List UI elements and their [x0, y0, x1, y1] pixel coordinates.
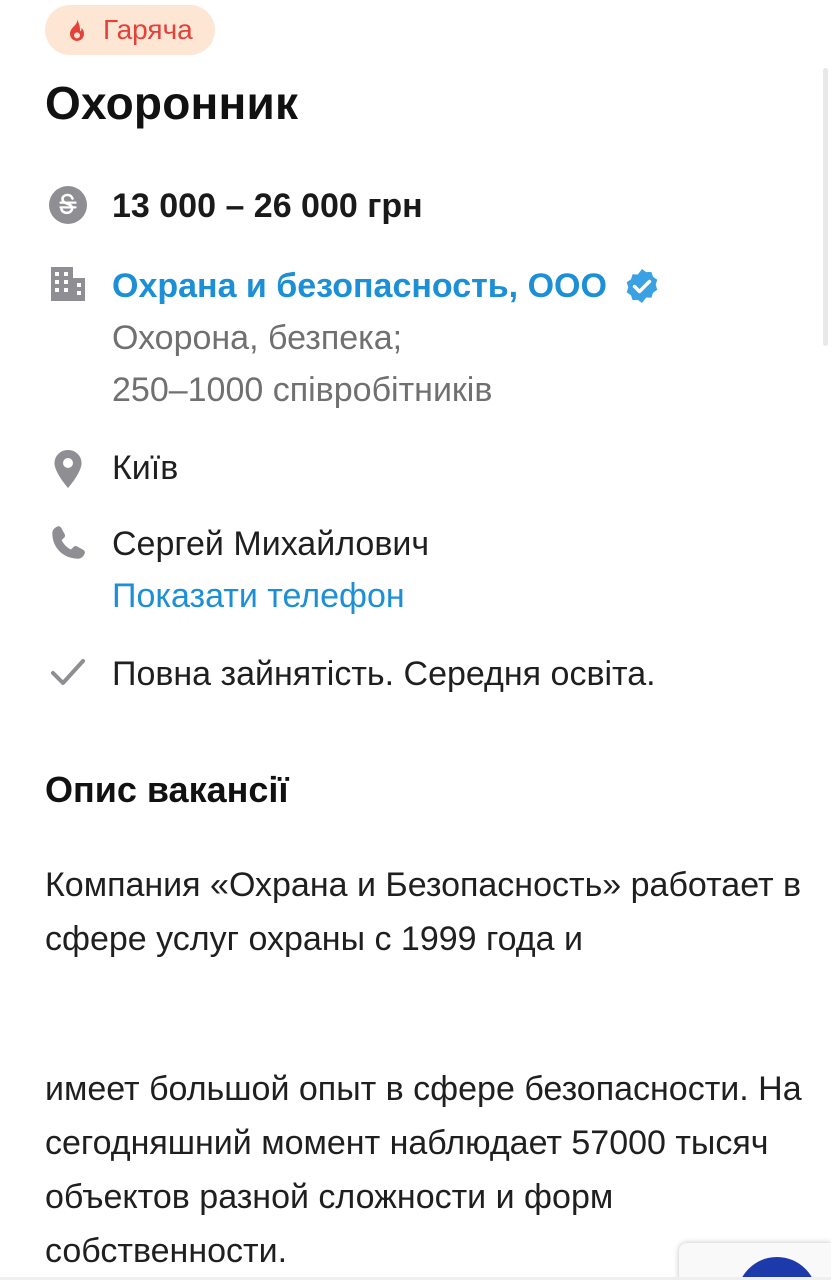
contact-name: Сергей Михайлович [112, 525, 430, 563]
description-paragraph: Компания «Охрана и Безопасность» работае… [45, 866, 802, 958]
company-link[interactable]: Охрана и безопасность, ООО [112, 260, 661, 312]
description-heading: Опис вакансії [45, 769, 289, 810]
captcha-badge[interactable] [679, 1243, 831, 1280]
location-value: Київ [112, 449, 179, 487]
hryvnia-coin-icon [49, 186, 87, 224]
salary-value: 13 000 – 26 000 грн [112, 187, 423, 225]
location-row: Київ [45, 442, 805, 494]
vacancy-page: Гаряча Охоронник 13 000 – 26 000 грн Охр… [0, 0, 831, 1280]
building-icon [51, 267, 85, 301]
company-row: Охрана и безопасность, ООО Охорона, безп… [45, 260, 805, 416]
flame-icon [70, 19, 84, 41]
verified-check-icon [626, 269, 658, 303]
hot-badge-label: Гаряча [103, 14, 193, 45]
location-pin-icon [54, 450, 82, 488]
company-size: 250–1000 співробітників [112, 371, 493, 409]
show-phone-link[interactable]: Показати телефон [112, 570, 429, 622]
scrollbar[interactable] [823, 68, 828, 346]
employment-conditions: Повна зайнятість. Середня освіта. [112, 655, 656, 693]
hot-badge: Гаряча [45, 5, 215, 55]
phone-icon [52, 526, 85, 559]
checkmark-icon [51, 659, 85, 685]
company-name[interactable]: Охрана и безопасность, ООО [112, 260, 607, 312]
salary-row: 13 000 – 26 000 грн [45, 180, 805, 232]
company-industry: Охорона, безпека; [112, 319, 403, 357]
conditions-row: Повна зайнятість. Середня освіта. [45, 648, 805, 700]
vacancy-title: Охоронник [45, 77, 299, 129]
contact-row: Сергей Михайлович Показати телефон [45, 518, 805, 622]
